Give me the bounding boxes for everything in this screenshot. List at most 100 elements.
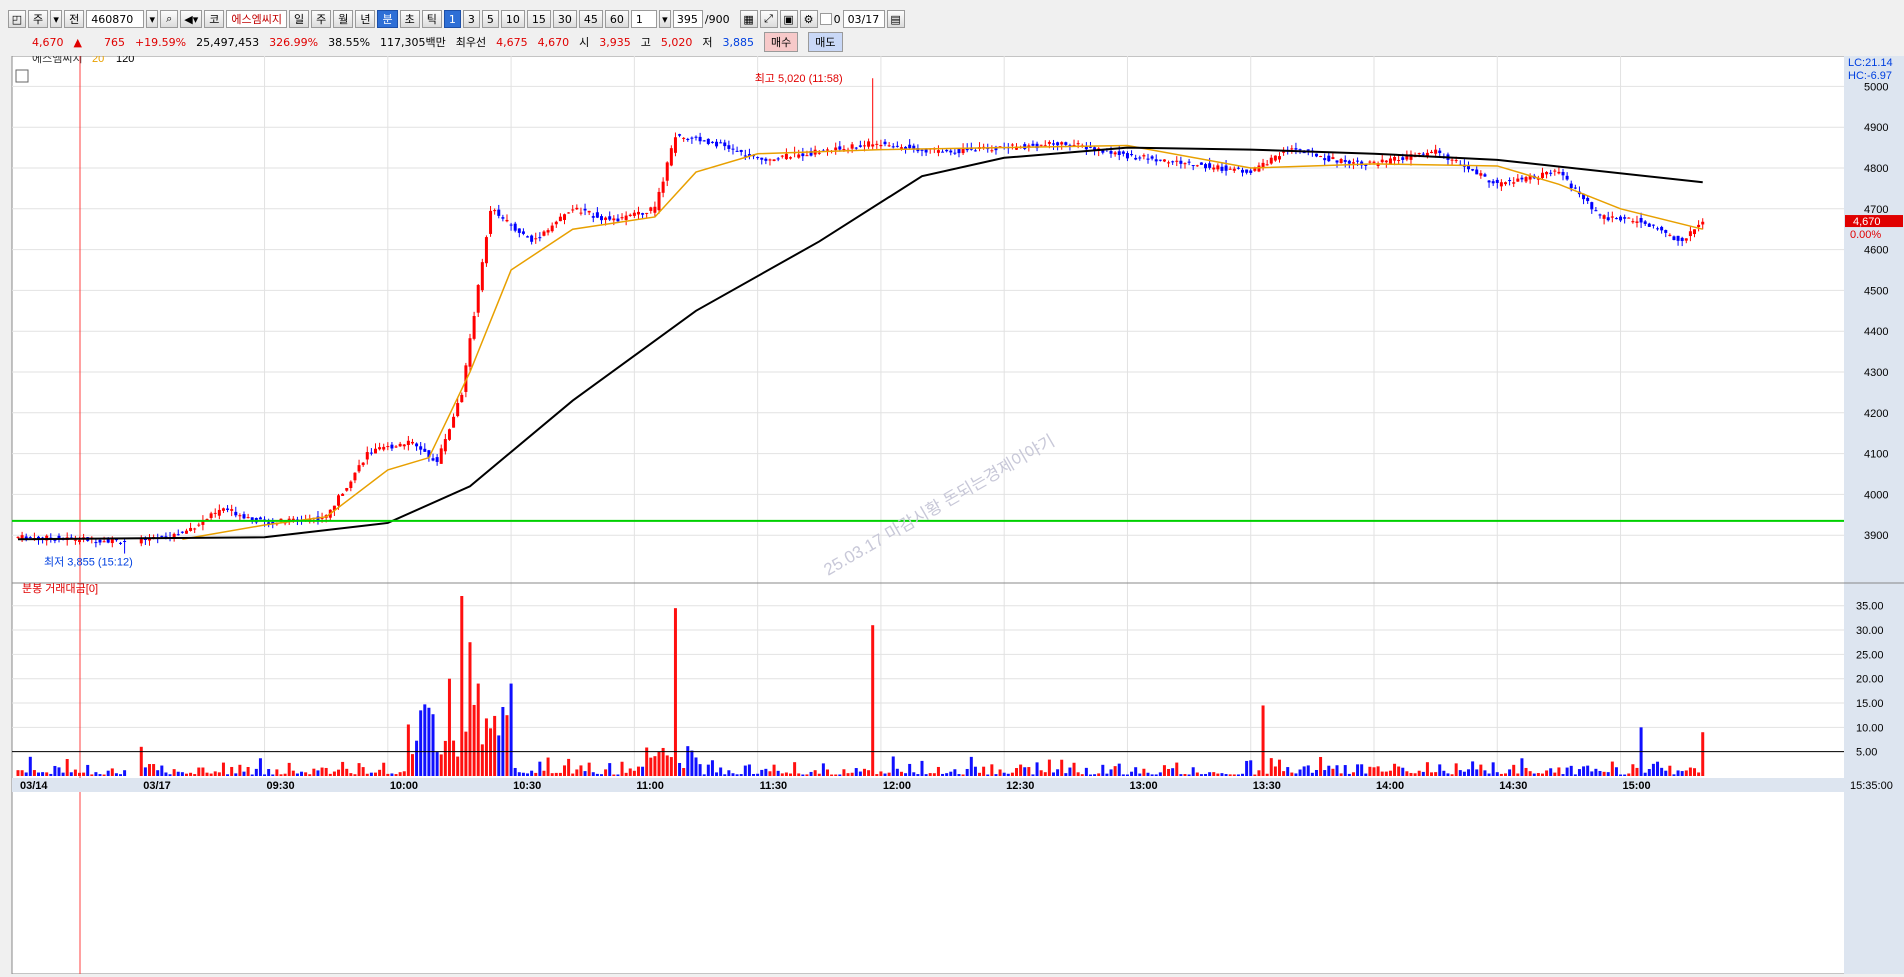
volume-bar xyxy=(106,770,110,776)
volume-bar xyxy=(756,773,760,776)
volume-bar xyxy=(817,773,821,776)
candle-body xyxy=(472,316,476,339)
candle-body xyxy=(378,447,382,450)
window-icon[interactable]: ◰ xyxy=(8,10,26,28)
interval-tab[interactable]: 10 xyxy=(500,10,525,28)
volume-bar xyxy=(530,770,534,776)
volume-bar xyxy=(1434,772,1438,776)
sell-button[interactable]: 매도 xyxy=(808,32,843,52)
volume-bar xyxy=(250,774,254,776)
chevron-down-icon[interactable]: ▾ xyxy=(146,10,159,28)
candle-body xyxy=(715,141,719,147)
scope-select[interactable]: 전 xyxy=(64,10,85,28)
volume-bar xyxy=(382,762,386,776)
volume-bar xyxy=(1298,769,1302,776)
search-icon[interactable]: ⌕ xyxy=(160,10,179,28)
price-tick-label: 4100 xyxy=(1864,449,1888,461)
check-box[interactable] xyxy=(819,13,832,25)
candle-body xyxy=(1627,217,1631,219)
volume-bar xyxy=(1084,767,1088,776)
volume-bar xyxy=(369,772,373,776)
price-change: 765 xyxy=(103,35,125,49)
volume-bar xyxy=(953,769,957,776)
time-tick-label: 11:30 xyxy=(760,780,788,792)
volume-bar xyxy=(328,773,332,776)
volume-bar xyxy=(1241,773,1245,776)
candle-body xyxy=(73,539,77,541)
date-input[interactable]: 03/17 xyxy=(842,10,885,28)
volume-bar xyxy=(1425,762,1429,776)
volume-tick-label: 20.00 xyxy=(1856,674,1884,686)
volume-bar xyxy=(986,774,990,776)
speaker-icon[interactable]: ◀▾ xyxy=(180,10,203,28)
volume-bar xyxy=(583,771,587,776)
grid-toggle-icon[interactable] xyxy=(15,69,29,83)
candle-body xyxy=(1117,151,1121,155)
chevron-down-icon[interactable]: ▾ xyxy=(658,10,671,28)
volume-bar xyxy=(1339,773,1343,776)
candle-body xyxy=(706,138,710,145)
legend-ma120[interactable]: 120 xyxy=(116,53,134,65)
volume-bar xyxy=(1093,774,1097,776)
period-tab[interactable]: 월 xyxy=(333,10,354,28)
volume-bar xyxy=(1294,773,1298,776)
interval-tab[interactable]: 15 xyxy=(526,10,551,28)
fit-icon[interactable]: ⤢ xyxy=(759,10,778,28)
interval-tab[interactable]: 60 xyxy=(604,10,629,28)
volume-bar xyxy=(472,704,476,776)
period-tab[interactable]: 년 xyxy=(355,10,376,28)
candle-body xyxy=(361,462,365,466)
period-tabs: 일주월년분초틱 xyxy=(288,10,442,28)
period-tab[interactable]: 분 xyxy=(377,10,398,28)
candle-body xyxy=(1043,145,1047,147)
gear-icon[interactable]: ⚙ xyxy=(799,10,818,28)
candle-body xyxy=(353,472,357,481)
candle-body xyxy=(452,416,456,428)
period-tab[interactable]: 초 xyxy=(399,10,420,28)
candle-body xyxy=(176,534,180,536)
legend-stock-name[interactable]: 에스엠씨지 xyxy=(32,52,83,65)
candle-body xyxy=(415,443,419,447)
period-tab[interactable]: 주 xyxy=(311,10,332,28)
compare-icon[interactable]: ▦ xyxy=(739,10,758,28)
candle-body xyxy=(505,219,509,222)
period-tab[interactable]: 일 xyxy=(288,10,310,28)
candle-body xyxy=(1483,174,1487,177)
count-input[interactable]: 395 xyxy=(672,10,703,28)
volume-bar xyxy=(1150,774,1154,776)
volume-bar xyxy=(267,769,271,776)
price-tick-label: 4000 xyxy=(1864,489,1888,501)
interval-tab[interactable]: 3 xyxy=(462,10,480,28)
volume-bar xyxy=(1610,761,1614,776)
high-price: 5,020 xyxy=(660,35,693,49)
market-select[interactable]: 주 xyxy=(28,10,49,28)
stock-name[interactable]: 에스엠씨지 xyxy=(226,10,287,28)
interval-tab[interactable]: 30 xyxy=(552,10,577,28)
save-icon[interactable]: ▣ xyxy=(779,10,798,28)
candle-body xyxy=(139,539,143,544)
candle-body xyxy=(530,235,534,242)
code-input[interactable]: 460870 xyxy=(86,10,145,28)
volume-bar xyxy=(649,757,653,776)
candle-body xyxy=(476,285,480,313)
interval-tab[interactable]: 45 xyxy=(578,10,603,28)
calendar-icon[interactable]: ▤ xyxy=(886,10,905,28)
legend-ma20[interactable]: 20 xyxy=(92,53,104,65)
interval-tab[interactable]: 1 xyxy=(443,10,461,28)
volume-ratio: 326.99% xyxy=(269,35,319,49)
volume-bar xyxy=(1265,773,1269,776)
toolbar: ◰ 주 ▾ 전 460870 ▾ ⌕ ◀▾ 코 에스엠씨지 일주월년분초틱 13… xyxy=(8,8,1904,30)
interval-tab[interactable]: 5 xyxy=(481,10,499,28)
multiplier-input[interactable]: 1 xyxy=(630,10,657,28)
chevron-down-icon[interactable]: ▾ xyxy=(50,10,63,28)
volume-legend[interactable]: 분봉 거래대금[0] xyxy=(22,582,98,595)
volume-bar xyxy=(164,772,168,776)
candle-body xyxy=(1314,153,1318,157)
volume-bar xyxy=(710,760,714,776)
buy-button[interactable]: 매수 xyxy=(764,32,799,52)
period-tab[interactable]: 틱 xyxy=(421,10,442,28)
chart-svg[interactable]: 3900 4000 4100 4200 4300 4400 4500 4600 4700 4800… xyxy=(8,52,1904,975)
volume-bar xyxy=(1479,764,1483,776)
volume-bar xyxy=(965,768,969,776)
volume-bar xyxy=(1561,774,1565,776)
